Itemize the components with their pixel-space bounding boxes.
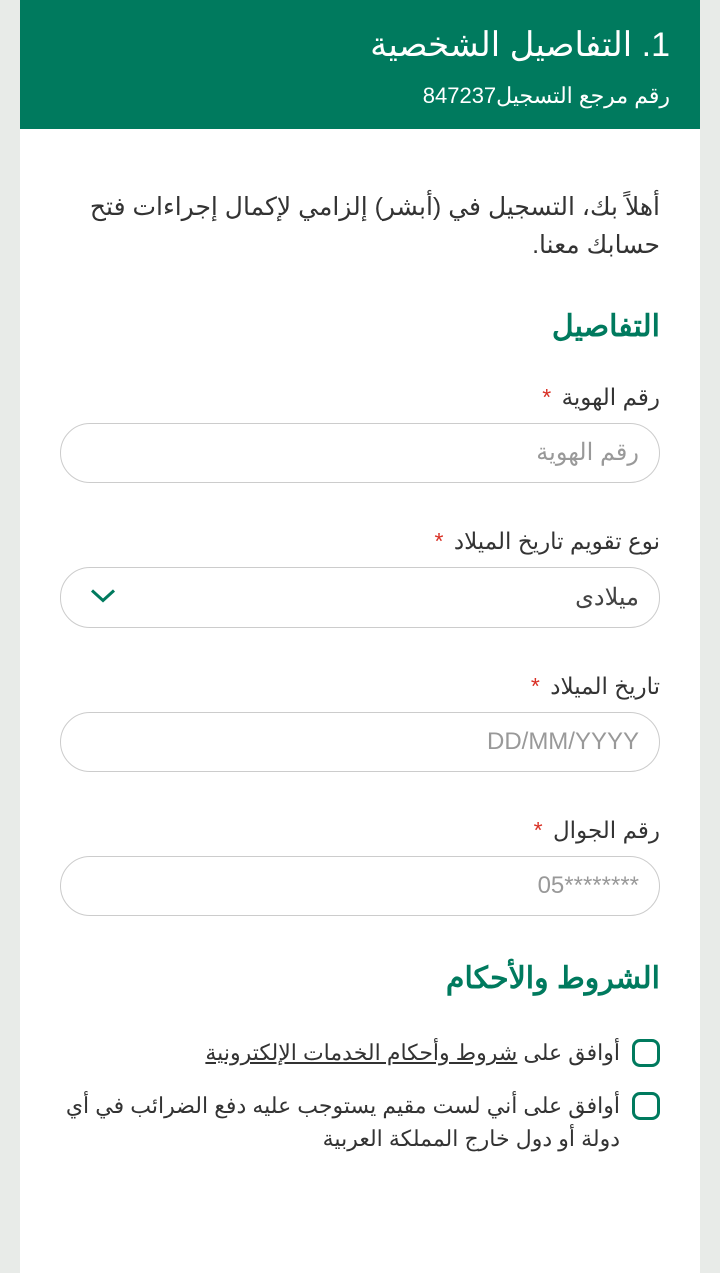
mobile-input[interactable]: [60, 856, 660, 916]
dob-field-group: تاريخ الميلاد *: [60, 673, 660, 772]
required-mark: *: [534, 817, 543, 843]
calendar-label-text: نوع تقويم تاريخ الميلاد: [454, 528, 660, 554]
mobile-label: رقم الجوال *: [60, 817, 660, 844]
calendar-label: نوع تقويم تاريخ الميلاد *: [60, 528, 660, 555]
form-content: أهلاً بك، التسجيل في (أبشر) إلزامي لإكما…: [20, 129, 700, 1195]
tax-checkbox[interactable]: [632, 1092, 660, 1120]
terms-section-title: الشروط والأحكام: [60, 961, 660, 996]
intro-text: أهلاً بك، التسجيل في (أبشر) إلزامي لإكما…: [60, 189, 660, 264]
header-title: 1. التفاصيل الشخصية: [50, 25, 670, 65]
mobile-field-group: رقم الجوال *: [60, 817, 660, 916]
details-section-title: التفاصيل: [60, 309, 660, 344]
calendar-select-wrapper[interactable]: ميلادى: [60, 567, 660, 628]
header-subtitle: رقم مرجع التسجيل847237: [50, 83, 670, 109]
id-input[interactable]: [60, 423, 660, 483]
id-label-text: رقم الهوية: [562, 384, 660, 410]
required-mark: *: [542, 384, 551, 410]
terms-checkbox-row: أوافق على شروط وأحكام الخدمات الإلكتروني…: [60, 1036, 660, 1069]
tax-checkbox-row: أوافق على أني لست مقيم يستوجب عليه دفع ا…: [60, 1089, 660, 1155]
tax-checkbox-label: أوافق على أني لست مقيم يستوجب عليه دفع ا…: [60, 1089, 620, 1155]
dob-input[interactable]: [60, 712, 660, 772]
dob-label: تاريخ الميلاد *: [60, 673, 660, 700]
terms-link[interactable]: شروط وأحكام الخدمات الإلكترونية: [205, 1040, 517, 1065]
id-label: رقم الهوية *: [60, 384, 660, 411]
mobile-label-text: رقم الجوال: [553, 817, 660, 843]
calendar-field-group: نوع تقويم تاريخ الميلاد * ميلادى: [60, 528, 660, 628]
form-container: 1. التفاصيل الشخصية رقم مرجع التسجيل8472…: [20, 0, 700, 1273]
terms-checkbox[interactable]: [632, 1039, 660, 1067]
required-mark: *: [434, 528, 443, 554]
form-header: 1. التفاصيل الشخصية رقم مرجع التسجيل8472…: [20, 0, 700, 129]
required-mark: *: [531, 673, 540, 699]
calendar-select[interactable]: ميلادى: [60, 567, 660, 628]
terms-section: الشروط والأحكام أوافق على شروط وأحكام ال…: [60, 961, 660, 1155]
id-field-group: رقم الهوية *: [60, 384, 660, 483]
terms-checkbox-label: أوافق على شروط وأحكام الخدمات الإلكتروني…: [205, 1036, 620, 1069]
agree-prefix: أوافق على: [517, 1040, 620, 1065]
dob-label-text: تاريخ الميلاد: [550, 673, 660, 699]
